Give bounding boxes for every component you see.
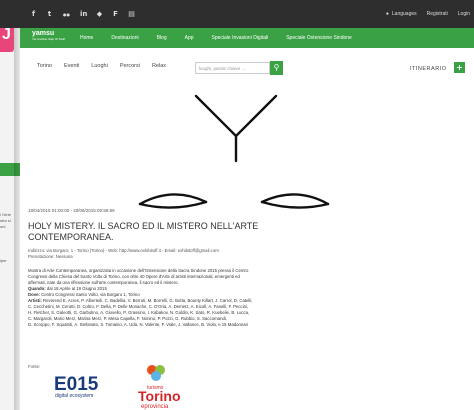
nav-item-destinazioni[interactable]: Destinazioni xyxy=(111,35,138,41)
logo-subtext: Yet Another Map Of Stuff xyxy=(32,37,66,41)
languages-link[interactable]: Languages xyxy=(392,11,417,17)
when-value: dal 18 Aprile al 19 Giugno 2015 xyxy=(45,286,107,291)
background-logo-letter: J xyxy=(2,26,11,43)
where-label: Dove: xyxy=(28,292,40,297)
main-nav: yamsu Yet Another Map Of Stuff Home Dest… xyxy=(20,28,474,48)
itinerario-add-button[interactable]: + xyxy=(454,62,465,73)
e015-logo-subtext: digital ecosystem xyxy=(55,393,93,399)
foursquare-icon[interactable]: F xyxy=(112,11,119,18)
provincia-text: eprovincia xyxy=(141,404,169,410)
search-button[interactable]: ⚲ xyxy=(270,61,283,75)
event-description: Mostra di Arte Contemporanea, organizzat… xyxy=(28,268,443,328)
e015-logo[interactable]: E015 digital ecosystem xyxy=(52,370,107,402)
subnav-eventi[interactable]: Eventi xyxy=(64,63,79,69)
browser-viewport: J i l'Arte stra si oni iper f t ●● in ◆ … xyxy=(0,0,474,410)
login-link[interactable]: Login xyxy=(458,11,470,17)
artists-label: Artisti: xyxy=(28,298,42,303)
nav-item-home[interactable]: Home xyxy=(80,35,93,41)
twitter-icon[interactable]: t xyxy=(46,11,53,18)
background-text: oni xyxy=(0,224,6,229)
nav-item-app[interactable]: App xyxy=(185,35,194,41)
artists-line: D. Scroppo, F. Squatriti, A. Stefanato, … xyxy=(28,322,249,327)
subnav-torino[interactable]: Torino xyxy=(37,63,52,69)
nav-item-invasioni-digitali[interactable]: Speciale Invasioni Digitali xyxy=(212,35,269,41)
subnav-luoghi[interactable]: Luoghi xyxy=(91,63,108,69)
facebook-icon[interactable]: f xyxy=(30,11,37,18)
account-links: ● Languages Registrati Login xyxy=(386,11,470,17)
logo-text: yamsu xyxy=(32,30,55,37)
torino-text: Torino xyxy=(138,388,181,404)
flickr-icon[interactable]: ●● xyxy=(62,11,71,18)
source-label: Fonte: xyxy=(28,364,41,369)
e015-logo-text: E015 xyxy=(54,374,99,395)
content-panel: Torino Eventi Luoghi Percorsi Relax luog… xyxy=(20,48,474,410)
social-topbar: f t ●● in ◆ F ▤ ● Languages Registrati L… xyxy=(0,0,474,28)
subnav-percorsi[interactable]: Percorsi xyxy=(120,63,140,69)
registrati-link[interactable]: Registrati xyxy=(427,11,448,17)
subnav-relax[interactable]: Relax xyxy=(152,63,166,69)
itinerario-label[interactable]: ITINERARIO xyxy=(410,66,446,72)
event-booking: Prenotazione: Nessuna xyxy=(28,254,73,259)
globe-icon: ● xyxy=(385,11,389,17)
event-title: HOLY MISTERY. IL SACRO ED IL MISTERO NEL… xyxy=(28,221,259,242)
search-icon: ⚲ xyxy=(273,63,280,72)
background-text: stra si xyxy=(0,218,11,223)
turismo-torino-logo[interactable]: turismo Torino eprovincia xyxy=(132,363,182,410)
event-dates: 18/04/2015 01:00:00 - 20/06/2015 00:59:5… xyxy=(28,208,115,213)
when-label: Quando: xyxy=(28,286,46,291)
sub-nav: Torino Eventi Luoghi Percorsi Relax xyxy=(37,63,166,69)
background-text: iper xyxy=(0,258,7,263)
nav-items: Home Destinazioni Blog App Speciale Inva… xyxy=(80,35,352,41)
nav-item-blog[interactable]: Blog xyxy=(157,35,167,41)
nav-item-ostensione-sindone[interactable]: Speciale Ostensione Sindone xyxy=(286,35,352,41)
pinterest-icon[interactable]: ◆ xyxy=(96,11,103,18)
rss-icon[interactable]: ▤ xyxy=(128,11,135,18)
social-icons: f t ●● in ◆ F ▤ xyxy=(30,11,135,18)
search-input[interactable]: luoghi, parole chiave ... xyxy=(195,62,270,74)
yamsu-logo[interactable]: yamsu Yet Another Map Of Stuff xyxy=(32,30,65,41)
event-address-block: Indirizzo: via Borgaro, 1 - Torino (Tori… xyxy=(28,248,219,260)
background-text: i l'Arte xyxy=(0,212,11,217)
linkedin-icon[interactable]: in xyxy=(80,11,87,18)
artists-line: Reverend E. Acres, P. Alberteili, C. Bad… xyxy=(41,298,253,303)
where-value: Centro Congressi Santo Volto, via Borgar… xyxy=(39,292,140,297)
